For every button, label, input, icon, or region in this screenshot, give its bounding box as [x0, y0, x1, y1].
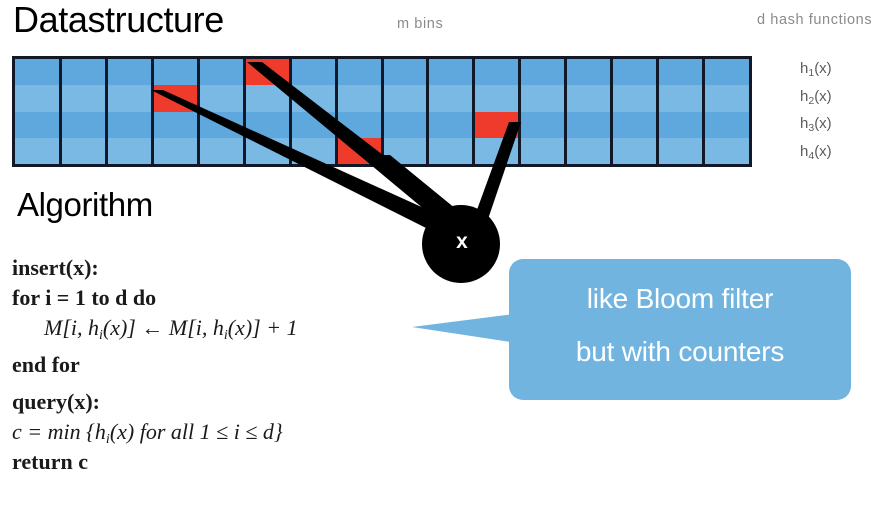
highlighted-cell [337, 137, 381, 164]
hash-label-3: h3(x) [800, 115, 832, 134]
code-query-return: return c [12, 447, 432, 477]
code-insert-body: M[i, hi(x)] ← M[i, hi(x)] + 1 [12, 313, 432, 343]
hash-function-labels: h1(x) h2(x) h3(x) h4(x) [800, 55, 890, 165]
insert-body-post: (x)] + 1 [227, 315, 298, 340]
page-title: Datastructure [13, 0, 224, 40]
column-separator [518, 59, 522, 164]
slide-canvas: Datastructure m bins d hash functions h1… [0, 0, 895, 527]
insert-body-pre: M[i, h [44, 315, 99, 340]
callout-line-1: like Bloom filter [586, 283, 774, 314]
insert-signature: insert(x): [12, 255, 99, 280]
m-bins-label: m bins [397, 16, 444, 32]
insert-for-statement: for i = 1 to d do [12, 285, 157, 310]
highlighted-cell [154, 85, 197, 112]
hash-label-1: h1(x) [800, 60, 832, 79]
insert-body-mid: (x)] ← M[i, h [102, 315, 224, 340]
insert-body-sub2: i [223, 328, 228, 343]
column-separator [242, 59, 246, 164]
sketch-matrix [12, 56, 752, 167]
column-separator [105, 59, 109, 164]
query-return: return c [12, 449, 88, 474]
hash-label-4: h4(x) [800, 142, 832, 162]
column-separator [564, 59, 567, 164]
column-separator [655, 59, 659, 164]
column-separator [151, 59, 155, 164]
code-insert-for: for i = 1 to d do [12, 283, 432, 313]
insert-end-for: end for [12, 352, 80, 377]
query-body-post: (x) for all 1 ≤ i ≤ d} [109, 419, 283, 444]
query-body-pre: c = min {h [12, 419, 106, 444]
column-separator [59, 59, 63, 164]
highlighted-cell [245, 59, 289, 86]
d-hash-functions-label: d hash functions [757, 12, 873, 28]
column-separator [380, 59, 384, 164]
pseudocode-block: insert(x): for i = 1 to d do M[i, hi(x)]… [12, 253, 432, 477]
column-separator [426, 59, 430, 164]
algorithm-title: Algorithm [17, 186, 153, 223]
element-marker-label: x [456, 230, 468, 253]
hash-label-2: h2(x) [800, 87, 832, 107]
query-signature: query(x): [12, 389, 100, 414]
pointer-line-to-cell-r4 [378, 155, 478, 238]
column-separator [334, 59, 338, 164]
column-separator [701, 59, 705, 164]
callout-line-2: but with counters [575, 336, 785, 367]
column-separator [197, 59, 200, 164]
code-insert-end: end for [12, 343, 432, 387]
column-separator [609, 59, 613, 164]
code-insert-header: insert(x): [12, 253, 432, 283]
highlighted-cell [475, 111, 519, 138]
insert-body-sub1: i [99, 328, 103, 343]
column-separator [472, 59, 476, 164]
column-separator [288, 59, 292, 164]
code-query-header: query(x): [12, 387, 432, 417]
code-query-body: c = min {hi(x) for all 1 ≤ i ≤ d} [12, 417, 432, 447]
callout-text: like Bloom filter but with counters [510, 272, 850, 378]
query-body-sub: i [105, 432, 110, 447]
